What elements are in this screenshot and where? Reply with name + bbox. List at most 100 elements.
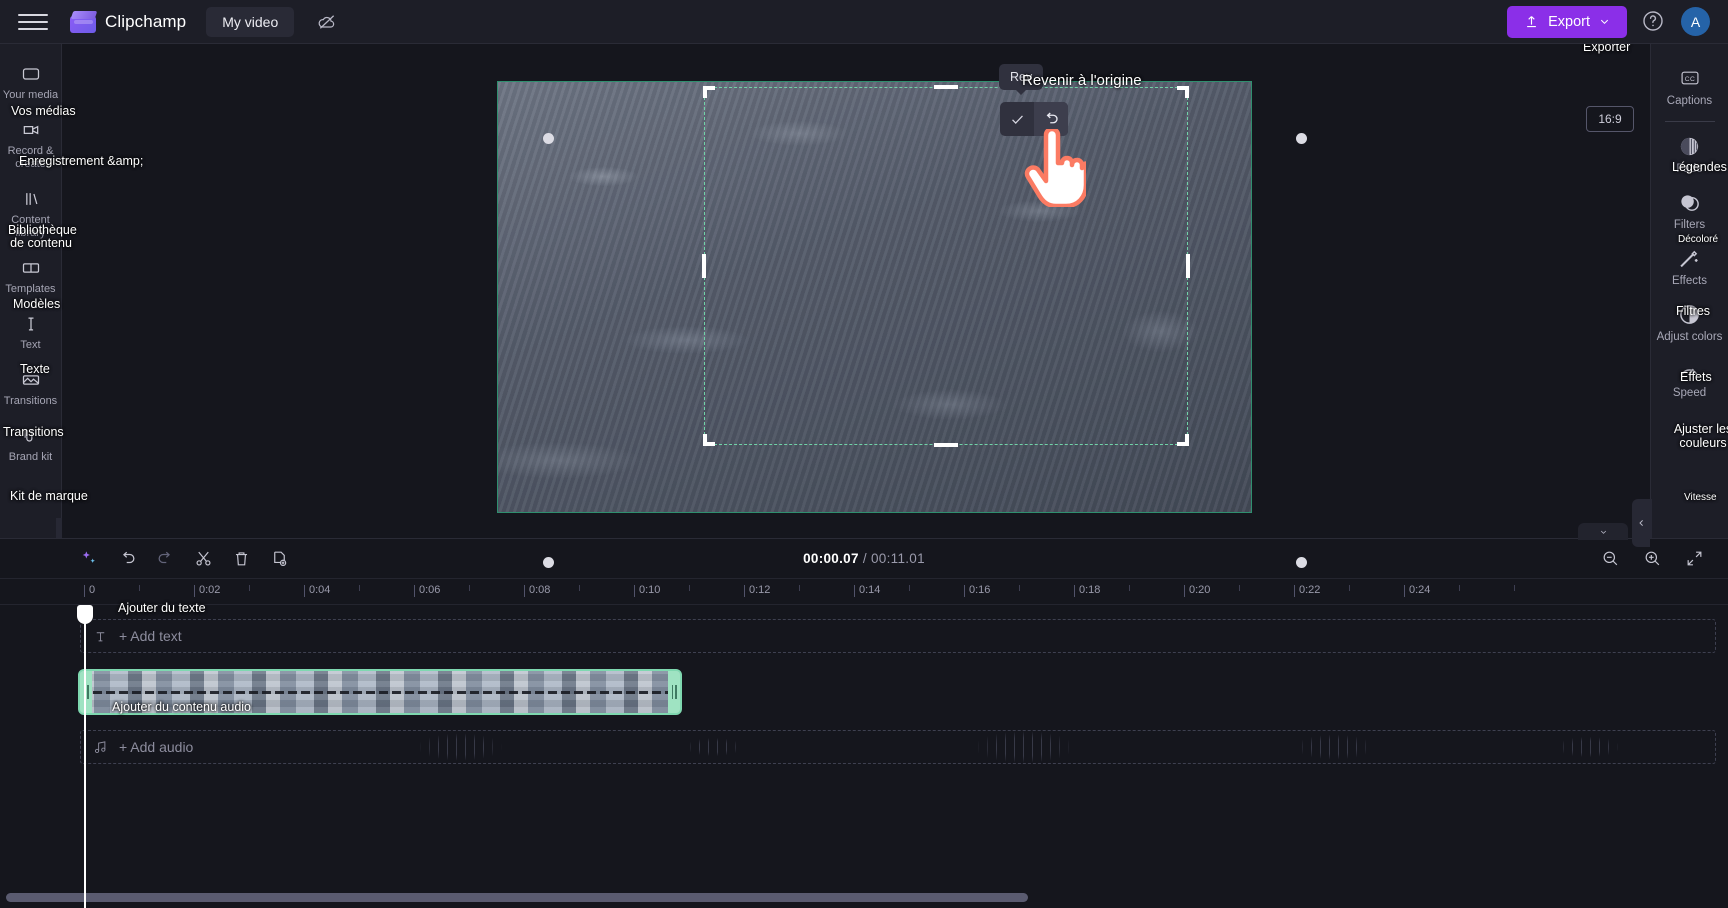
ruler-tick-label: 0:24 — [1409, 584, 1431, 596]
sidebar-item-content-library[interactable]: Content library — [0, 179, 62, 248]
panel-item-speed[interactable]: Speed — [1651, 350, 1728, 406]
panel-item-fade[interactable]: Fade — [1651, 126, 1728, 182]
panel-label-fade: Fade — [1676, 163, 1703, 175]
panel-label-filters: Filters — [1673, 219, 1706, 231]
time-separator: / — [862, 551, 867, 566]
ruler-tick: 0:12 — [744, 584, 770, 597]
left-sidebar: Your media Record & create Content libra… — [0, 44, 73, 548]
project-name-field[interactable]: My video — [206, 6, 295, 37]
magic-wand-icon[interactable] — [75, 545, 103, 573]
export-button[interactable]: Export — [1507, 5, 1627, 38]
effects-icon — [1678, 246, 1701, 270]
timeline-collapse-button[interactable] — [1578, 523, 1628, 540]
clip-trim-handle-left[interactable] — [80, 671, 92, 713]
panel-item-effects[interactable]: Effects — [1651, 238, 1728, 294]
help-circle-icon[interactable] — [1641, 9, 1667, 35]
panel-label-effects: Effects — [1672, 275, 1707, 287]
panel-label-speed: Speed — [1672, 387, 1707, 399]
sidebar-item-your-media[interactable]: Your media — [0, 54, 62, 110]
adjust-colors-icon — [1678, 302, 1701, 326]
panel-divider — [1664, 121, 1715, 122]
fade-icon — [1678, 134, 1701, 158]
crop-handle-left[interactable] — [702, 254, 706, 278]
video-clip[interactable] — [78, 669, 682, 715]
topbar-right-group: Export A — [1507, 5, 1728, 38]
crop-confirm-button[interactable] — [1000, 102, 1034, 136]
zoom-out-icon[interactable] — [1596, 545, 1624, 573]
crop-selection[interactable] — [702, 85, 1190, 447]
frame-handle-top-right[interactable] — [1296, 133, 1307, 144]
total-time: 00:11.01 — [870, 551, 925, 566]
crop-handle-right[interactable] — [1186, 254, 1190, 278]
sidebar-item-templates[interactable]: Templates — [0, 248, 62, 304]
media-icon — [20, 63, 42, 85]
add-text-label: + Add text — [119, 628, 182, 644]
brand-logo-group: Clipchamp — [70, 10, 186, 33]
clip-waveform — [80, 691, 680, 694]
frame-handle-bottom-right[interactable] — [1296, 557, 1307, 568]
crop-action-bar — [1000, 102, 1068, 136]
audio-waveform-preview — [291, 731, 1701, 763]
ruler-tick: 0:02 — [194, 584, 220, 597]
add-text-track[interactable]: + Add text — [80, 619, 1716, 653]
ruler-tick-label: 0:10 — [639, 584, 661, 596]
timeline-scrollbar-thumb[interactable] — [6, 893, 1028, 902]
redo-icon[interactable] — [151, 545, 179, 573]
current-time: 00:00.07 — [803, 551, 859, 566]
music-note-icon — [94, 740, 106, 753]
chevron-down-icon — [1600, 19, 1609, 25]
avatar[interactable]: A — [1681, 7, 1710, 36]
fit-to-screen-icon[interactable] — [1680, 545, 1708, 573]
sidebar-item-brand-kit[interactable]: Brand kit — [0, 416, 62, 472]
timeline-ruler[interactable]: 0 0:02 0:04 0:06 0:08 0:10 0:12 0:14 0:1… — [0, 579, 1728, 605]
panel-item-adjust-colors[interactable]: Adjust colors — [1651, 294, 1728, 350]
preview-stage: Rev Revenir à l'origine 16:9 — [62, 44, 1650, 621]
clipchamp-logo-icon — [70, 10, 98, 33]
sidebar-item-text[interactable]: Text — [0, 304, 62, 360]
stage-collapse-button[interactable] — [1632, 499, 1650, 547]
frame-handle-bottom-left[interactable] — [543, 557, 554, 568]
duplicate-icon[interactable] — [265, 545, 293, 573]
crop-handle-bottom[interactable] — [934, 443, 958, 447]
timeline-toolbar: 00:00.07 / 00:11.01 — [0, 523, 1728, 579]
clip-trim-handle-right[interactable] — [668, 671, 680, 713]
check-icon — [1011, 115, 1023, 124]
undo-icon[interactable] — [113, 545, 141, 573]
filters-icon — [1678, 190, 1701, 214]
add-audio-track[interactable]: + Add audio — [80, 730, 1716, 764]
frame-handle-top-left[interactable] — [543, 133, 554, 144]
aspect-ratio-button[interactable]: 16:9 — [1586, 106, 1634, 132]
hamburger-icon[interactable] — [18, 7, 48, 37]
undo-revert-icon — [1046, 112, 1058, 124]
trash-icon[interactable] — [227, 545, 255, 573]
ruler-tick-label: 0:02 — [199, 584, 221, 596]
transitions-icon — [20, 369, 42, 391]
ruler-tick: 0:08 — [524, 584, 550, 597]
sidebar-label-content-library: Content library — [11, 214, 50, 239]
crop-revert-button[interactable] — [1034, 102, 1068, 136]
clipchamp-app: Clipchamp My video Export A Exporter You… — [0, 0, 1728, 908]
ruler-tick-label: 0:14 — [859, 584, 881, 596]
sidebar-label-brand-kit: Brand kit — [8, 451, 53, 463]
text-icon — [20, 313, 42, 335]
chevron-left-icon — [1638, 520, 1643, 526]
sidebar-item-record-create[interactable]: Record & create — [0, 110, 62, 179]
zoom-in-icon[interactable] — [1638, 545, 1666, 573]
crop-tooltip: Rev — [999, 64, 1044, 95]
panel-label-captions: Captions — [1666, 95, 1713, 107]
captions-icon: CC — [1678, 66, 1702, 90]
panel-item-captions[interactable]: CC Captions — [1651, 58, 1728, 114]
time-display: 00:00.07 / 00:11.01 — [803, 551, 925, 566]
sidebar-item-transitions[interactable]: Transitions — [0, 360, 62, 416]
scissors-icon[interactable] — [189, 545, 217, 573]
panel-item-filters[interactable]: Filters — [1651, 182, 1728, 238]
sidebar-label-your-media: Your media — [2, 89, 59, 101]
cloud-off-icon[interactable] — [310, 7, 344, 37]
sidebar-label-transitions: Transitions — [3, 395, 58, 407]
timeline-scrollbar-track[interactable] — [0, 893, 1728, 902]
crop-handle-top[interactable] — [934, 85, 958, 89]
ruler-tick: 0:22 — [1294, 584, 1320, 597]
text-track-icon — [96, 631, 105, 641]
ruler-tick: 0:16 — [964, 584, 990, 597]
playhead[interactable] — [77, 605, 93, 908]
